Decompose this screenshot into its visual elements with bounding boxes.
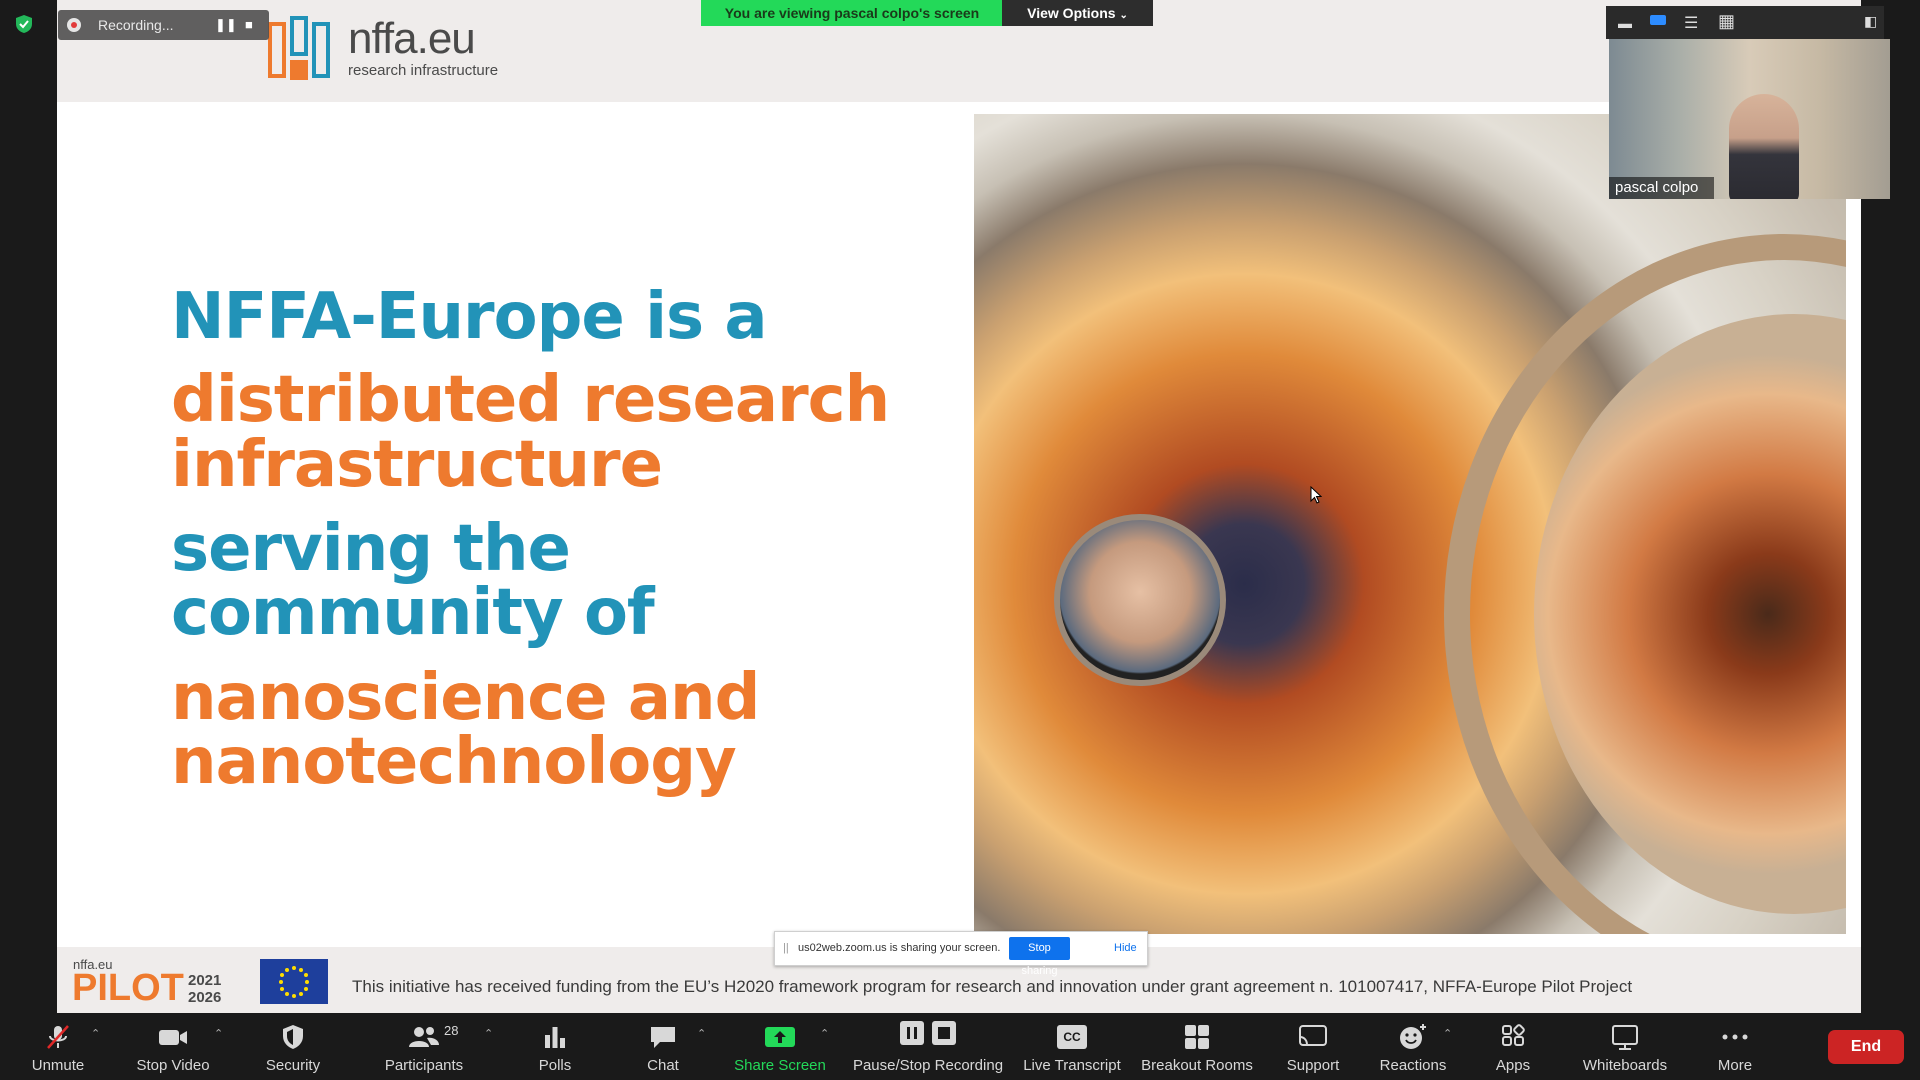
- meeting-toolbar: Unmute ⌃ Stop Video ⌃ Security 28 Partic…: [0, 1013, 1920, 1080]
- vacuum-chamber-photo: [974, 114, 1846, 934]
- chat-label: Chat: [647, 1057, 679, 1074]
- whiteboard-icon: [1612, 1025, 1638, 1050]
- recording-indicator: Recording... ❚❚ ■: [58, 10, 269, 40]
- support-icon: [1299, 1025, 1327, 1046]
- stop-recording-icon[interactable]: ■: [245, 17, 253, 32]
- unmute-label: Unmute: [31, 1057, 85, 1074]
- audio-options-chevron-icon[interactable]: ⌃: [91, 1027, 100, 1040]
- pause-stop-recording-button[interactable]: Pause/Stop Recording: [848, 1013, 1008, 1080]
- chat-options-chevron-icon[interactable]: ⌃: [697, 1027, 706, 1040]
- unmute-button[interactable]: Unmute: [22, 1013, 94, 1080]
- recording-label: Recording...: [98, 17, 174, 33]
- headline-line-3: infrastructure: [171, 428, 663, 502]
- speaker-view-icon[interactable]: [1650, 15, 1666, 25]
- apps-label: Apps: [1495, 1057, 1531, 1074]
- pause-recording-icon[interactable]: ❚❚: [215, 17, 237, 33]
- minimize-icon[interactable]: ▬: [1618, 15, 1632, 31]
- participant-video[interactable]: [1609, 39, 1890, 199]
- breakout-rooms-icon: [1185, 1025, 1209, 1049]
- pause-stop-recording-icon: [900, 1021, 956, 1045]
- headline-line-1: NFFA-Europe is a: [171, 280, 768, 354]
- view-options-label: View Options: [1027, 5, 1116, 21]
- security-button[interactable]: Security: [255, 1013, 331, 1080]
- polls-icon: [545, 1027, 565, 1048]
- live-transcript-button[interactable]: CC Live Transcript: [1020, 1013, 1124, 1080]
- shield-icon: [283, 1025, 303, 1049]
- nffa-logo-icon: [268, 16, 330, 80]
- share-screen-label: Share Screen: [734, 1057, 826, 1074]
- headline-line-7: nanotechnology: [171, 725, 737, 799]
- hide-notice-link[interactable]: Hide: [1114, 942, 1137, 954]
- pilot-year-end: 2026: [188, 989, 222, 1006]
- side-by-side-icon[interactable]: ◧: [1864, 13, 1877, 30]
- chevron-down-icon: ⌄: [1119, 10, 1128, 21]
- view-options-button[interactable]: View Options ⌄: [1002, 0, 1153, 26]
- strip-view-icon[interactable]: ☰: [1684, 13, 1698, 33]
- recording-dot-icon: [67, 18, 81, 32]
- more-label: More: [1717, 1057, 1753, 1074]
- headline-line-2: distributed research: [171, 363, 890, 437]
- drag-handle-icon[interactable]: ||: [783, 942, 789, 954]
- share-options-chevron-icon[interactable]: ⌃: [820, 1027, 829, 1040]
- viewing-screen-banner: You are viewing pascal colpo's screen: [701, 0, 1003, 26]
- apps-icon: [1502, 1024, 1525, 1046]
- participant-figure: [1729, 94, 1799, 199]
- headline-line-4: serving the: [171, 512, 571, 586]
- share-screen-icon: [765, 1027, 795, 1047]
- reactions-options-chevron-icon[interactable]: ⌃: [1443, 1027, 1452, 1040]
- whiteboards-button[interactable]: Whiteboards: [1570, 1013, 1680, 1080]
- end-meeting-button[interactable]: End: [1828, 1030, 1904, 1064]
- security-shield-icon[interactable]: [14, 14, 34, 34]
- smiley-reaction-icon: [1400, 1024, 1426, 1049]
- support-button[interactable]: Support: [1275, 1013, 1351, 1080]
- sharing-message: us02web.zoom.us is sharing your screen.: [798, 942, 1001, 954]
- stop-video-button[interactable]: Stop Video: [130, 1013, 216, 1080]
- reactions-label: Reactions: [1379, 1057, 1447, 1074]
- gallery-view-icon[interactable]: ▦: [1718, 11, 1735, 32]
- participant-name: pascal colpo: [1609, 177, 1714, 199]
- breakout-rooms-label: Breakout Rooms: [1141, 1057, 1253, 1074]
- stop-video-label: Stop Video: [136, 1057, 210, 1074]
- eu-flag-icon: [260, 959, 328, 1004]
- headline-line-5: community of: [171, 576, 655, 650]
- mouse-cursor-icon: [1310, 486, 1322, 504]
- support-label: Support: [1286, 1057, 1340, 1074]
- chamber-flange: [1444, 234, 1846, 934]
- polls-label: Polls: [538, 1057, 572, 1074]
- whiteboards-label: Whiteboards: [1582, 1057, 1668, 1074]
- pilot-logo: PILOT: [72, 967, 184, 1009]
- more-button[interactable]: More: [1700, 1013, 1770, 1080]
- screen-sharing-notice: || us02web.zoom.us is sharing your scree…: [774, 931, 1148, 977]
- porthole-face: [1054, 514, 1226, 686]
- polls-button[interactable]: Polls: [520, 1013, 590, 1080]
- video-camera-icon: [159, 1030, 187, 1045]
- video-options-chevron-icon[interactable]: ⌃: [214, 1027, 223, 1040]
- pilot-years: 2021 2026: [188, 972, 221, 1006]
- pilot-year-start: 2021: [188, 972, 222, 989]
- security-label: Security: [265, 1057, 321, 1074]
- logo-text: nffa.eu: [348, 14, 476, 63]
- funding-statement: This initiative has received funding fro…: [352, 977, 1633, 996]
- live-transcript-label: Live Transcript: [1023, 1057, 1121, 1074]
- participants-icon: [409, 1027, 439, 1047]
- pause-stop-recording-label: Pause/Stop Recording: [852, 1057, 1004, 1074]
- video-panel-toolbar: ▬ ☰ ▦ ◧: [1606, 6, 1884, 39]
- participants-options-chevron-icon[interactable]: ⌃: [484, 1027, 493, 1040]
- apps-button[interactable]: Apps: [1478, 1013, 1548, 1080]
- reactions-button[interactable]: Reactions: [1372, 1013, 1454, 1080]
- logo-subtext: research infrastructure: [348, 62, 499, 79]
- participants-label: Participants: [384, 1057, 464, 1074]
- chat-bubble-icon: [651, 1027, 675, 1048]
- muted-microphone-icon: [47, 1025, 69, 1049]
- closed-caption-icon: CC: [1057, 1025, 1087, 1049]
- participants-count: 28: [444, 1023, 459, 1038]
- participants-button[interactable]: 28 Participants: [376, 1013, 472, 1080]
- more-dots-icon: [1722, 1034, 1748, 1040]
- headline-line-6: nanoscience and: [171, 661, 760, 735]
- stop-sharing-button[interactable]: Stop sharing: [1009, 937, 1070, 977]
- breakout-rooms-button[interactable]: Breakout Rooms: [1138, 1013, 1256, 1080]
- chat-button[interactable]: Chat: [628, 1013, 698, 1080]
- share-screen-button[interactable]: Share Screen: [730, 1013, 830, 1080]
